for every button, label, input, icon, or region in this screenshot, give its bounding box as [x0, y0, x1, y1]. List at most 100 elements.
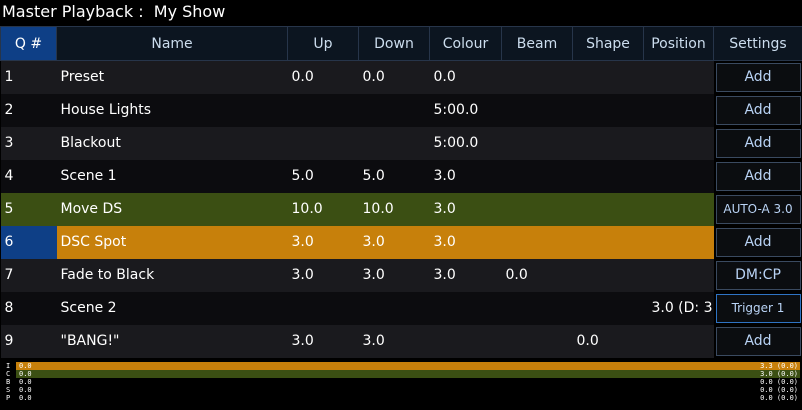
cue-number[interactable]: 1: [0, 60, 57, 94]
cue-up-time[interactable]: 3.0: [287, 258, 359, 292]
cue-row[interactable]: 5 Move DS 10.0 10.0 3.0 AUTO-A 3.0: [0, 192, 802, 226]
add-settings-button[interactable]: Add: [715, 128, 801, 158]
cue-name[interactable]: Scene 1: [56, 159, 288, 193]
cue-row[interactable]: 4 Scene 1 5.0 5.0 3.0 Add: [0, 159, 802, 193]
cue-position-time[interactable]: [643, 258, 714, 292]
cue-position-time[interactable]: [643, 225, 714, 259]
cue-beam-time[interactable]: [501, 126, 573, 160]
cue-up-time[interactable]: [287, 93, 359, 127]
cue-number[interactable]: 7: [0, 258, 57, 292]
cue-number[interactable]: 9: [0, 324, 57, 358]
cue-settings-button[interactable]: Trigger 1: [715, 293, 801, 323]
cue-number[interactable]: 2: [0, 93, 57, 127]
cue-colour-time[interactable]: [429, 291, 502, 325]
cue-up-time[interactable]: 3.0: [287, 225, 359, 259]
cue-name[interactable]: Blackout: [56, 126, 288, 160]
cue-row[interactable]: 6 DSC Spot 3.0 3.0 3.0 Add: [0, 225, 802, 259]
cue-up-time[interactable]: 10.0: [287, 192, 359, 226]
cue-down-time[interactable]: 3.0: [358, 324, 430, 358]
cue-name[interactable]: DSC Spot: [56, 225, 288, 259]
column-header-settings[interactable]: Settings: [713, 26, 802, 61]
cue-row[interactable]: 3 Blackout 5:00.0 Add: [0, 126, 802, 160]
cue-shape-time[interactable]: [572, 192, 644, 226]
cue-position-time[interactable]: [643, 192, 714, 226]
cue-number[interactable]: 5: [0, 192, 57, 226]
cue-settings-button[interactable]: DM:CP: [715, 260, 801, 290]
cue-position-time[interactable]: 3.0 (D: 3: [643, 291, 714, 325]
status-line-label: P: [6, 394, 11, 402]
cue-name[interactable]: Scene 2: [56, 291, 288, 325]
add-settings-button[interactable]: Add: [715, 326, 801, 356]
cue-shape-time[interactable]: [572, 60, 644, 94]
cue-down-time[interactable]: [358, 126, 430, 160]
cue-position-time[interactable]: [643, 60, 714, 94]
column-header-up[interactable]: Up: [287, 26, 359, 61]
cue-beam-time[interactable]: [501, 225, 573, 259]
cue-position-time[interactable]: [643, 324, 714, 358]
column-header-beam[interactable]: Beam: [501, 26, 573, 61]
cue-number[interactable]: 6: [0, 225, 57, 259]
cue-up-time[interactable]: [287, 126, 359, 160]
cue-row[interactable]: 7 Fade to Black 3.0 3.0 3.0 0.0 DM:CP: [0, 258, 802, 292]
cue-colour-time[interactable]: 5:00.0: [429, 93, 502, 127]
cue-shape-time[interactable]: [572, 225, 644, 259]
cue-beam-time[interactable]: [501, 291, 573, 325]
cue-beam-time[interactable]: [501, 93, 573, 127]
cue-colour-time[interactable]: 3.0: [429, 159, 502, 193]
column-header-shape[interactable]: Shape: [572, 26, 644, 61]
cue-colour-time[interactable]: [429, 324, 502, 358]
cue-colour-time[interactable]: 3.0: [429, 258, 502, 292]
cue-down-time[interactable]: 3.0: [358, 225, 430, 259]
column-header-colour[interactable]: Colour: [429, 26, 502, 61]
cue-up-time[interactable]: 0.0: [287, 60, 359, 94]
cue-down-time[interactable]: 10.0: [358, 192, 430, 226]
cue-down-time[interactable]: 3.0: [358, 258, 430, 292]
cue-row[interactable]: 8 Scene 2 3.0 (D: 3 Trigger 1: [0, 291, 802, 325]
cue-name[interactable]: Move DS: [56, 192, 288, 226]
column-header-down[interactable]: Down: [358, 26, 430, 61]
column-header-position[interactable]: Position: [643, 26, 714, 61]
cue-position-time[interactable]: [643, 159, 714, 193]
add-settings-button[interactable]: Add: [715, 227, 801, 257]
cue-down-time[interactable]: [358, 291, 430, 325]
add-settings-button[interactable]: Add: [715, 62, 801, 92]
cue-up-time[interactable]: [287, 291, 359, 325]
cue-shape-time[interactable]: [572, 159, 644, 193]
cue-row[interactable]: 1 Preset 0.0 0.0 0.0 Add: [0, 60, 802, 94]
cue-name[interactable]: Preset: [56, 60, 288, 94]
cue-shape-time[interactable]: [572, 93, 644, 127]
cue-position-time[interactable]: [643, 93, 714, 127]
cue-beam-time[interactable]: [501, 159, 573, 193]
cue-row[interactable]: 2 House Lights 5:00.0 Add: [0, 93, 802, 127]
cue-up-time[interactable]: 3.0: [287, 324, 359, 358]
cue-colour-time[interactable]: 0.0: [429, 60, 502, 94]
cue-shape-time[interactable]: [572, 291, 644, 325]
cue-shape-time[interactable]: [572, 126, 644, 160]
cue-position-time[interactable]: [643, 126, 714, 160]
cue-name[interactable]: Fade to Black: [56, 258, 288, 292]
cue-colour-time[interactable]: 3.0: [429, 192, 502, 226]
cue-settings-button[interactable]: AUTO-A 3.0: [715, 194, 801, 224]
cue-shape-time[interactable]: 0.0: [572, 324, 644, 358]
cue-down-time[interactable]: [358, 93, 430, 127]
cue-beam-time[interactable]: [501, 324, 573, 358]
cue-number[interactable]: 4: [0, 159, 57, 193]
cue-down-time[interactable]: 5.0: [358, 159, 430, 193]
cue-number[interactable]: 3: [0, 126, 57, 160]
add-settings-button[interactable]: Add: [715, 95, 801, 125]
column-header-qnum[interactable]: Q #: [0, 26, 57, 61]
column-header-name[interactable]: Name: [56, 26, 288, 61]
cue-beam-time[interactable]: [501, 192, 573, 226]
cue-row[interactable]: 9 "BANG!" 3.0 3.0 0.0 Add: [0, 324, 802, 358]
cue-number[interactable]: 8: [0, 291, 57, 325]
add-settings-button[interactable]: Add: [715, 161, 801, 191]
cue-up-time[interactable]: 5.0: [287, 159, 359, 193]
cue-name[interactable]: "BANG!": [56, 324, 288, 358]
cue-down-time[interactable]: 0.0: [358, 60, 430, 94]
cue-colour-time[interactable]: 3.0: [429, 225, 502, 259]
cue-colour-time[interactable]: 5:00.0: [429, 126, 502, 160]
cue-shape-time[interactable]: [572, 258, 644, 292]
cue-name[interactable]: House Lights: [56, 93, 288, 127]
cue-beam-time[interactable]: 0.0: [501, 258, 573, 292]
cue-beam-time[interactable]: [501, 60, 573, 94]
